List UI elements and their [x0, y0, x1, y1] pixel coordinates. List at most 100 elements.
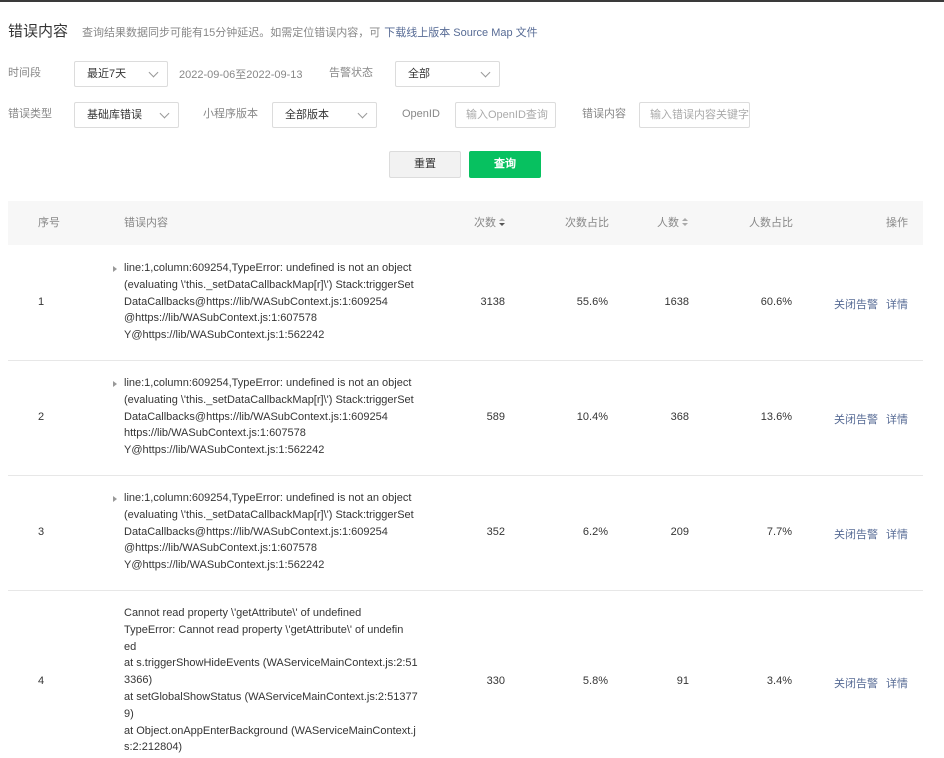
row-count-ratio: 55.6% — [576, 296, 608, 308]
error-content: Cannot read property \'getAttribute\' of… — [124, 605, 426, 756]
error-line: at setGlobalShowStatus (WAServiceMainCon… — [124, 690, 418, 703]
close-alert-link[interactable]: 关闭告警 — [834, 411, 878, 427]
alert-status-label: 告警状态 — [329, 67, 373, 79]
detail-link[interactable]: 详情 — [886, 526, 908, 542]
openid-label: OpenID — [402, 108, 440, 120]
period-select-value: 最近7天 — [87, 68, 127, 80]
expand-arrow-icon[interactable] — [113, 381, 117, 387]
row-count: 330 — [486, 675, 505, 687]
page-header: 错误内容 查询结果数据同步可能有15分钟延迟。如需定位错误内容，可 下载线上版本… — [8, 20, 538, 41]
header-users[interactable]: 人数 — [657, 201, 688, 245]
error-line: @https://lib/WASubContext.js:1:607578 — [124, 312, 317, 325]
error-line: 3366) — [124, 674, 153, 687]
sync-hint: 查询结果数据同步可能有15分钟延迟。如需定位错误内容，可 — [82, 27, 381, 39]
period-label: 时间段 — [8, 67, 41, 79]
row-index: 3 — [38, 526, 45, 538]
error-line: (evaluating \'this._setDataCallbackMap[r… — [124, 393, 414, 406]
openid-placeholder: 输入OpenID查询 — [466, 109, 548, 121]
sort-icon[interactable] — [682, 218, 688, 227]
error-line: ed — [124, 640, 137, 653]
header-users-label: 人数 — [657, 217, 679, 229]
row-count: 3138 — [480, 296, 505, 308]
error-line: line:1,column:609254,TypeError: undefine… — [124, 377, 412, 389]
version-select[interactable]: 全部版本 — [272, 102, 377, 128]
query-button[interactable]: 查询 — [469, 151, 541, 178]
expand-arrow-icon[interactable] — [113, 496, 117, 502]
error-type-select[interactable]: 基础库错误 — [74, 102, 179, 128]
row-user-ratio: 7.7% — [766, 526, 792, 538]
header-count[interactable]: 次数 — [474, 201, 505, 245]
close-alert-link[interactable]: 关闭告警 — [834, 296, 878, 312]
chevron-down-icon — [480, 67, 491, 78]
error-line: line:1,column:609254,TypeError: undefine… — [124, 262, 412, 274]
error-line: s:2:212804) — [124, 741, 183, 754]
source-map-download-link[interactable]: 下载线上版本 Source Map 文件 — [384, 24, 537, 40]
table-row: 1 line:1,column:609254,TypeError: undefi… — [8, 245, 923, 361]
row-index: 1 — [38, 296, 45, 308]
row-count-ratio: 6.2% — [582, 526, 608, 538]
content-label: 错误内容 — [582, 108, 626, 120]
row-user-ratio: 60.6% — [760, 296, 792, 308]
error-type-value: 基础库错误 — [87, 109, 142, 121]
error-content: line:1,column:609254,TypeError: undefine… — [124, 490, 426, 574]
error-line: DataCallbacks@https://lib/WASubContext.j… — [124, 410, 388, 423]
error-line: line:1,column:609254,TypeError: undefine… — [124, 492, 412, 504]
error-line: @https://lib/WASubContext.js:1:607578 — [124, 542, 317, 555]
openid-input[interactable]: 输入OpenID查询 — [455, 102, 556, 128]
error-line: 9) — [124, 707, 134, 720]
alert-status-select[interactable]: 全部 — [395, 61, 500, 87]
error-line: TypeError: Cannot read property \'getAtt… — [124, 623, 404, 636]
content-placeholder: 输入错误内容关键字 — [650, 109, 749, 121]
header-count-label: 次数 — [474, 217, 496, 229]
row-users: 91 — [676, 675, 689, 687]
row-index: 4 — [38, 675, 45, 687]
header-content: 错误内容 — [124, 217, 168, 229]
row-count: 352 — [486, 526, 505, 538]
error-content-input[interactable]: 输入错误内容关键字 — [639, 102, 750, 128]
error-line: https://lib/WASubContext.js:1:607578 — [124, 427, 306, 440]
error-type-label: 错误类型 — [8, 108, 52, 120]
period-select[interactable]: 最近7天 — [74, 61, 168, 87]
error-line: DataCallbacks@https://lib/WASubContext.j… — [124, 525, 388, 538]
chevron-down-icon — [148, 67, 159, 78]
header-count-ratio: 次数占比 — [565, 217, 609, 229]
close-alert-link[interactable]: 关闭告警 — [834, 675, 878, 691]
error-line: Y@https://lib/WASubContext.js:1:562242 — [124, 559, 325, 572]
detail-link[interactable]: 详情 — [886, 296, 908, 312]
error-line: at Object.onAppEnterBackground (WAServic… — [124, 724, 416, 737]
error-line: at s.triggerShowHideEvents (WAServiceMai… — [124, 657, 418, 670]
table-row: 2 line:1,column:609254,TypeError: undefi… — [8, 361, 923, 476]
table-row: 4 Cannot read property \'getAttribute\' … — [8, 591, 923, 758]
expand-arrow-icon[interactable] — [113, 266, 117, 272]
error-line: DataCallbacks@https://lib/WASubContext.j… — [124, 295, 388, 308]
header-ops: 操作 — [886, 217, 908, 229]
row-users: 209 — [670, 526, 689, 538]
row-users: 1638 — [664, 296, 689, 308]
table-header: 序号 错误内容 次数 次数占比 人数 人数占比 操作 — [8, 201, 923, 245]
error-line: (evaluating \'this._setDataCallbackMap[r… — [124, 508, 414, 521]
header-index: 序号 — [38, 217, 60, 229]
page-title: 错误内容 — [8, 23, 69, 40]
row-count: 589 — [486, 411, 505, 423]
detail-link[interactable]: 详情 — [886, 675, 908, 691]
reset-button[interactable]: 重置 — [389, 151, 461, 178]
table-row: 3 line:1,column:609254,TypeError: undefi… — [8, 476, 923, 591]
row-count-ratio: 5.8% — [582, 675, 608, 687]
row-users: 368 — [670, 411, 689, 423]
row-user-ratio: 3.4% — [766, 675, 792, 687]
version-label: 小程序版本 — [203, 108, 258, 120]
row-user-ratio: 13.6% — [760, 411, 792, 423]
detail-link[interactable]: 详情 — [886, 411, 908, 427]
alert-status-value: 全部 — [408, 68, 430, 80]
error-content: line:1,column:609254,TypeError: undefine… — [124, 260, 426, 344]
sort-icon[interactable] — [499, 218, 505, 227]
error-content: line:1,column:609254,TypeError: undefine… — [124, 375, 426, 459]
close-alert-link[interactable]: 关闭告警 — [834, 526, 878, 542]
error-line: Cannot read property \'getAttribute\' of… — [124, 607, 362, 619]
error-line: Y@https://lib/WASubContext.js:1:562242 — [124, 444, 325, 457]
date-range: 2022-09-06至2022-09-13 — [179, 69, 303, 81]
row-index: 2 — [38, 411, 45, 423]
chevron-down-icon — [159, 108, 170, 119]
row-count-ratio: 10.4% — [576, 411, 608, 423]
error-line: (evaluating \'this._setDataCallbackMap[r… — [124, 278, 414, 291]
